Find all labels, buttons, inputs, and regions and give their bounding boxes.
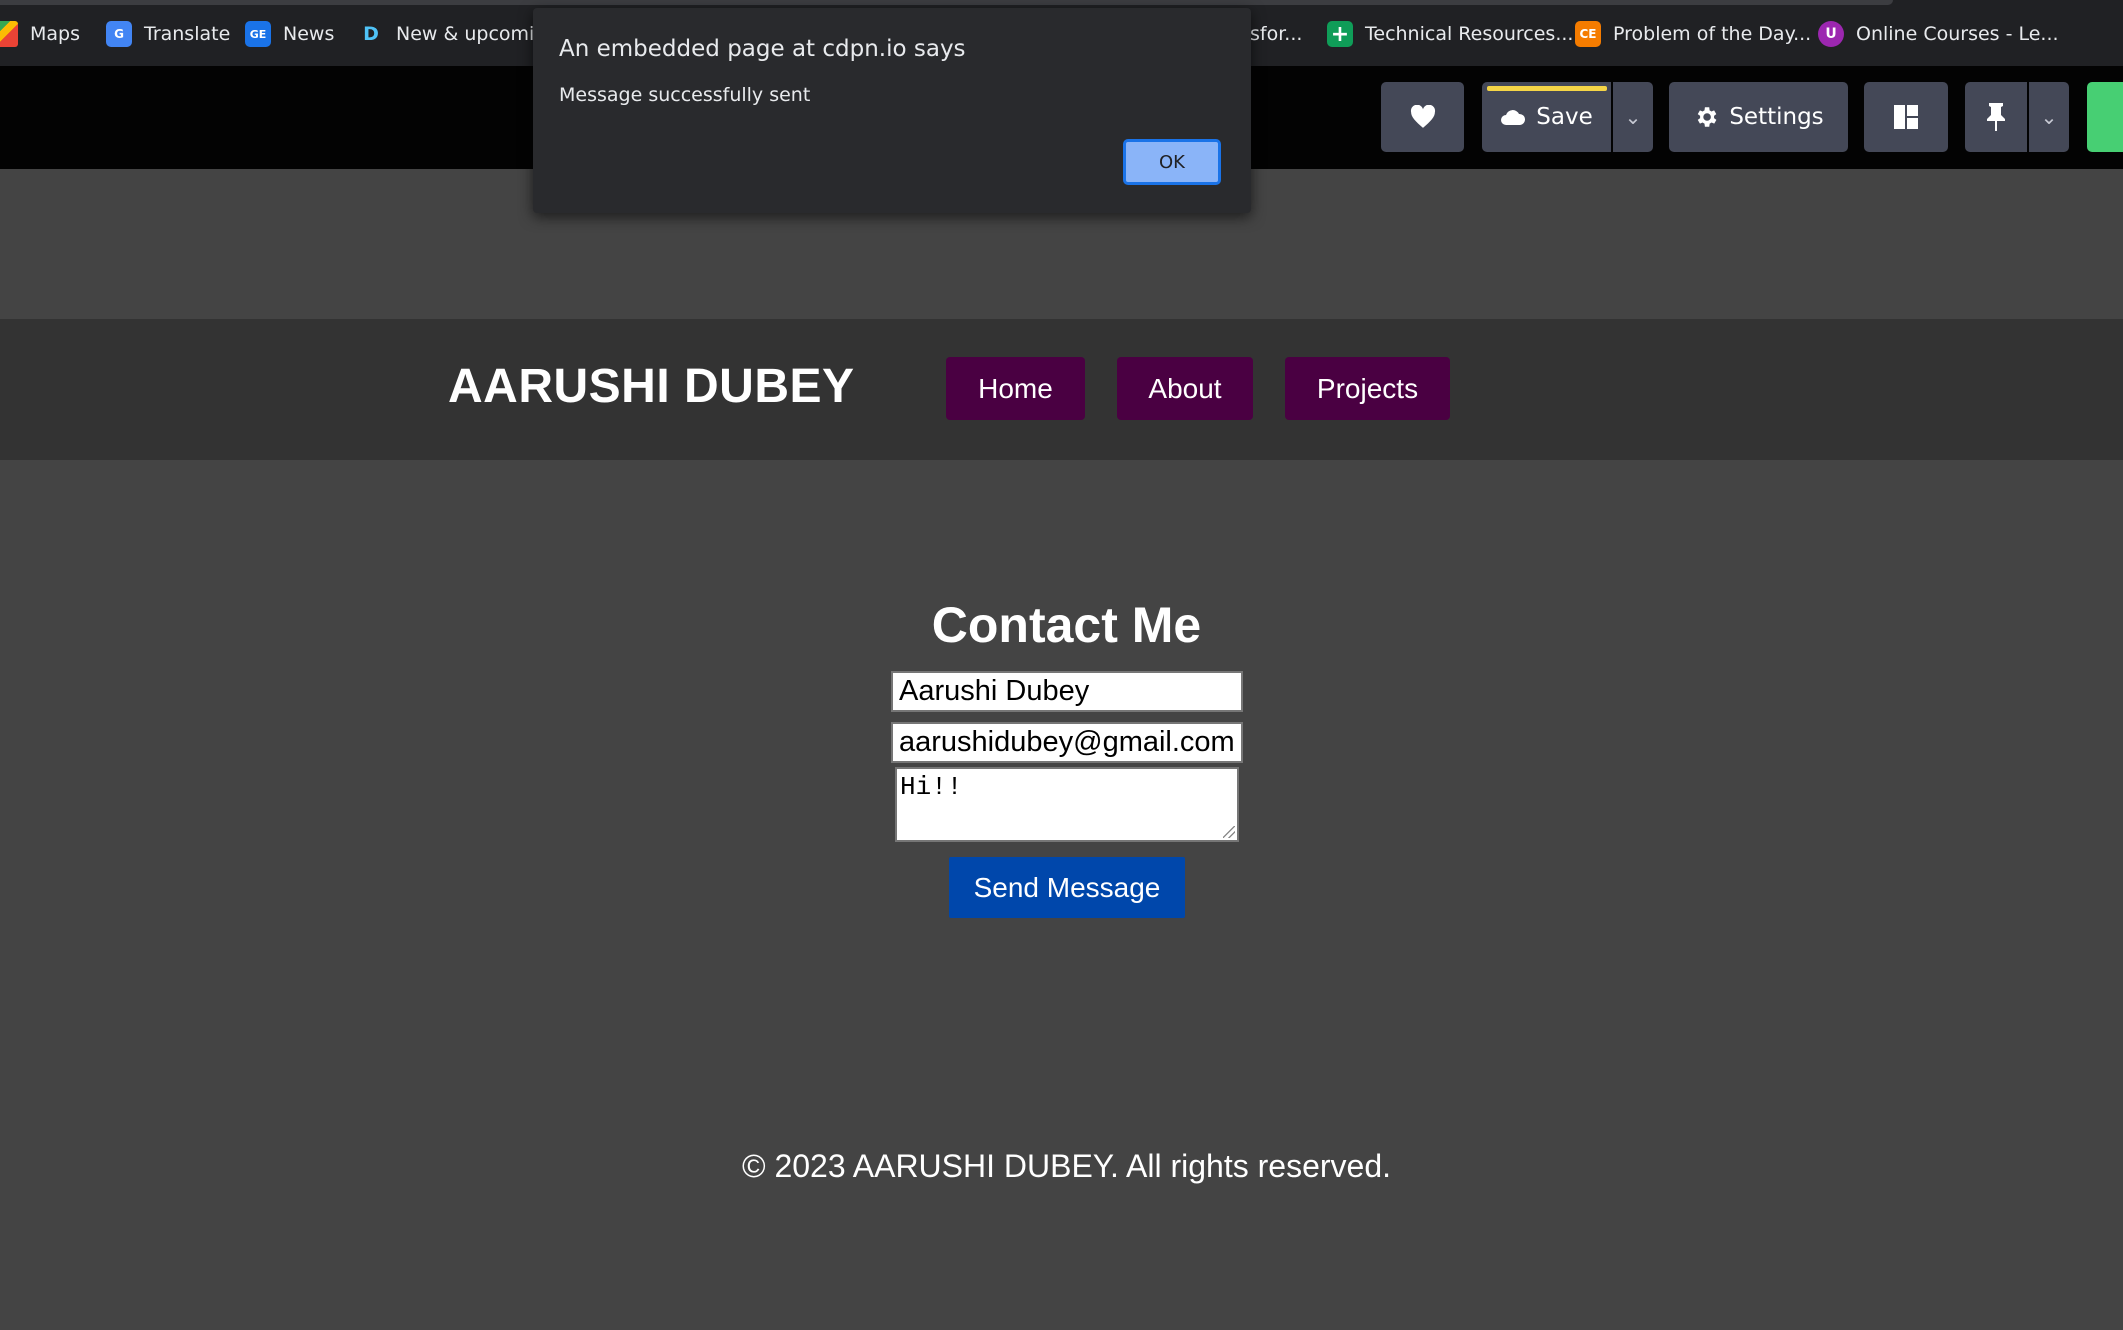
bookmark-label: New & upcomin <box>396 23 547 45</box>
site-footer: © 2023 AARUSHI DUBEY. All rights reserve… <box>741 1148 1392 1184</box>
bookmark-new-upcoming[interactable]: D New & upcomin <box>358 18 546 50</box>
layout-icon <box>1894 105 1918 129</box>
alert-dialog: An embedded page at cdpn.io says Message… <box>533 8 1251 213</box>
dialog-message: Message successfully sent <box>559 84 811 106</box>
nav-about-button[interactable]: About <box>1117 357 1253 420</box>
contact-title: Contact Me <box>931 597 1202 653</box>
bookmark-label: Problem of the Day... <box>1613 23 1812 45</box>
email-field[interactable]: aarushidubey@gmail.com <box>891 722 1243 763</box>
name-field[interactable]: Aarushi Dubey <box>891 671 1243 712</box>
site-header: AARUSHI DUBEY Home About Projects <box>0 319 2123 460</box>
d-icon: D <box>363 23 379 45</box>
heart-button[interactable] <box>1381 82 1464 152</box>
bookmark-label: Maps <box>30 23 80 45</box>
translate-icon: G <box>106 21 132 47</box>
save-dropdown-button[interactable]: ⌄ <box>1613 82 1653 152</box>
change-view-button-edge[interactable] <box>2087 82 2123 152</box>
pin-button[interactable] <box>1965 82 2027 152</box>
chevron-down-icon: ⌄ <box>1624 105 1642 129</box>
bookmark-problem-of-the-day[interactable]: CE Problem of the Day... <box>1575 18 1811 50</box>
settings-label: Settings <box>1729 104 1824 130</box>
pin-icon <box>1987 103 2005 131</box>
layout-button[interactable] <box>1864 82 1948 152</box>
nav-home-button[interactable]: Home <box>946 357 1085 420</box>
bookmark-translate[interactable]: G Translate <box>106 18 230 50</box>
maps-icon <box>0 21 18 47</box>
plus-icon: + <box>1327 21 1353 47</box>
send-message-button[interactable]: Send Message <box>949 857 1185 918</box>
cloud-icon <box>1501 110 1526 125</box>
courses-icon: U <box>1818 21 1844 47</box>
bookmark-label: News <box>283 23 335 45</box>
bookmark-technical-resources[interactable]: + Technical Resources... <box>1327 18 1573 50</box>
chevron-down-icon: ⌄ <box>2040 105 2058 129</box>
bookmark-label: Technical Resources... <box>1365 23 1574 45</box>
bookmark-label: Online Courses - Le... <box>1856 23 2059 45</box>
bookmark-maps[interactable]: Maps <box>0 18 80 50</box>
bookmark-news[interactable]: GE News <box>245 18 334 50</box>
bookmark-geeksforgeeks[interactable]: sfor... <box>1250 18 1302 50</box>
settings-button[interactable]: Settings <box>1669 82 1848 152</box>
problem-icon: CE <box>1575 21 1601 47</box>
nav-projects-button[interactable]: Projects <box>1285 357 1450 420</box>
bookmark-label: sfor... <box>1250 23 1303 45</box>
gear-icon <box>1698 107 1717 127</box>
save-button[interactable]: Save <box>1482 82 1611 152</box>
ok-button[interactable]: OK <box>1123 139 1221 185</box>
resize-handle-icon[interactable] <box>1223 826 1235 838</box>
site-brand: AARUSHI DUBEY <box>448 360 855 413</box>
dialog-title: An embedded page at cdpn.io says <box>559 36 966 62</box>
bookmark-online-courses[interactable]: U Online Courses - Le... <box>1818 18 2059 50</box>
pin-dropdown-button[interactable]: ⌄ <box>2029 82 2069 152</box>
heart-icon <box>1410 105 1435 128</box>
bookmark-label: Translate <box>144 23 231 45</box>
message-text: Hi!! <box>900 772 963 802</box>
news-icon: GE <box>245 21 271 47</box>
unsaved-indicator <box>1487 86 1607 91</box>
save-label: Save <box>1536 104 1593 130</box>
message-textarea[interactable]: Hi!! <box>895 767 1239 842</box>
tab-strip-edge <box>0 0 1893 5</box>
